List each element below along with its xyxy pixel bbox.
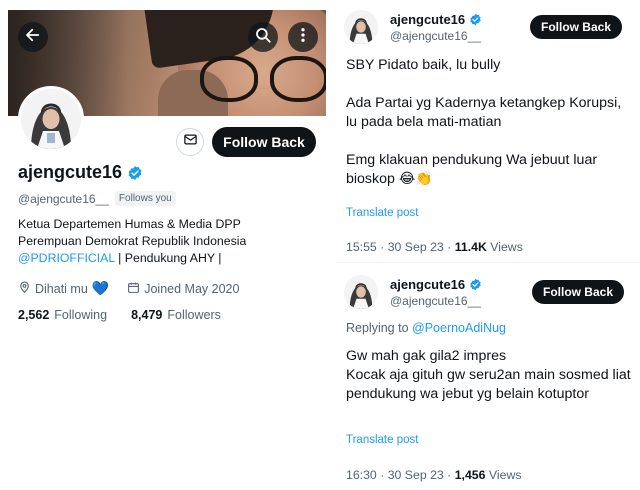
bio-mention-link[interactable]: @PDRIOFFICIAL [18, 251, 115, 265]
tweets-panel: ajengcute16 @ajengcute16__ Follow Back S… [336, 0, 640, 490]
bio-line: @PDRIOFFICIAL | Pendukung AHY | [18, 250, 318, 267]
tweet[interactable]: ajengcute16 @ajengcute16__ Follow Back R… [336, 262, 640, 490]
tweet-author-name[interactable]: ajengcute16 [390, 277, 482, 292]
tweet-text: SBY Pidato baik, lu bully Ada Partai yg … [346, 56, 636, 189]
tweet-time[interactable]: 16:30 · 30 Sep 23 · [346, 468, 455, 482]
profile-location: Dihati mu [35, 282, 88, 296]
tweet[interactable]: ajengcute16 @ajengcute16__ Follow Back S… [336, 0, 640, 262]
follow-back-button[interactable]: Follow Back [530, 15, 622, 39]
bio-line: Perempuan Demokrat Republik Indonesia [18, 234, 247, 248]
profile-bio: Ketua Departemen Humas & Media DPP Perem… [18, 216, 318, 267]
search-button[interactable] [248, 22, 278, 52]
profile-joined-date: Joined May 2020 [144, 282, 240, 296]
tweet-author-display-name[interactable]: ajengcute16 [390, 12, 465, 27]
tweet-author-handle[interactable]: @ajengcute16__ [390, 29, 481, 43]
verified-badge-icon [469, 13, 482, 26]
tweet-text: Gw mah gak gila2 impres Kocak aja gituh … [346, 348, 631, 402]
profile-name: ajengcute16 [18, 162, 143, 183]
tweet-views-label: Views [486, 240, 523, 254]
tweet-avatar[interactable] [344, 275, 378, 309]
verified-badge-icon [127, 165, 143, 181]
profile-panel: Follow Back ajengcute16 @ajengcute16__ F… [0, 0, 328, 490]
back-button[interactable] [18, 22, 48, 52]
follows-you-badge: Follows you [114, 191, 176, 206]
location-pin-icon [18, 281, 31, 297]
verified-badge-icon [469, 278, 482, 291]
replying-prefix: Replying to [346, 321, 413, 335]
translate-post-link[interactable]: Translate post [346, 434, 418, 446]
tweet-timestamp: 15:55 · 30 Sep 23 · 11.4K Views [346, 240, 523, 254]
followers-count[interactable]: 8,479 [131, 308, 162, 322]
tweet-paragraph: Emg klakuan pendukung Wa jebuut luar bio… [346, 151, 636, 189]
follow-back-button[interactable]: Follow Back [532, 280, 624, 304]
translate-post-link[interactable]: Translate post [346, 207, 418, 219]
following-label[interactable]: Following [54, 308, 107, 322]
profile-handle-row: @ajengcute16__ Follows you [18, 191, 176, 206]
laugh-clap-emoji: 😂👏 [398, 171, 433, 187]
bio-line: Ketua Departemen Humas & Media DPP [18, 217, 241, 231]
more-options-button[interactable] [288, 22, 318, 52]
tweet-author-name[interactable]: ajengcute16 [390, 12, 482, 27]
bio-tail-text: | Pendukung AHY | [114, 251, 222, 265]
tweet-views-count: 1,456 [454, 468, 486, 482]
tweet-timestamp: 16:30 · 30 Sep 23 · 1,456 Views [346, 468, 521, 482]
more-vertical-icon [294, 26, 312, 49]
calendar-icon [127, 281, 140, 297]
tweet-paragraph: Ada Partai yg Kadernya ketangkep Korupsi… [346, 95, 622, 130]
tweet-views-label: Views [485, 468, 522, 482]
search-icon [254, 26, 272, 49]
replying-to-mention-link[interactable]: @PoernoAdiNug [412, 321, 506, 335]
arrow-left-icon [24, 26, 42, 49]
mail-icon [183, 132, 198, 152]
tweet-paragraph-text: Emg klakuan pendukung Wa jebuut luar bio… [346, 152, 598, 187]
follow-back-button[interactable]: Follow Back [212, 127, 316, 157]
tweet-paragraph: SBY Pidato baik, lu bully [346, 57, 501, 73]
follow-counts: 2,562 Following 8,479 Followers [18, 308, 221, 322]
profile-meta: Dihati mu 💙 Joined May 2020 [18, 281, 239, 297]
message-button[interactable] [176, 128, 204, 156]
following-count[interactable]: 2,562 [18, 308, 49, 322]
tweet-author-display-name[interactable]: ajengcute16 [390, 277, 465, 292]
blue-heart-emoji: 💙 [91, 281, 110, 297]
tweet-avatar[interactable] [344, 10, 378, 44]
profile-avatar[interactable] [18, 86, 84, 152]
tweet-time[interactable]: 15:55 · 30 Sep 23 · [346, 240, 455, 254]
followers-label[interactable]: Followers [167, 308, 221, 322]
replying-to: Replying to @PoernoAdiNug [346, 321, 506, 335]
profile-display-name: ajengcute16 [18, 162, 123, 182]
profile-handle: @ajengcute16__ [18, 191, 109, 206]
tweet-views-count: 11.4K [454, 240, 487, 254]
tweet-author-handle[interactable]: @ajengcute16__ [390, 294, 481, 308]
